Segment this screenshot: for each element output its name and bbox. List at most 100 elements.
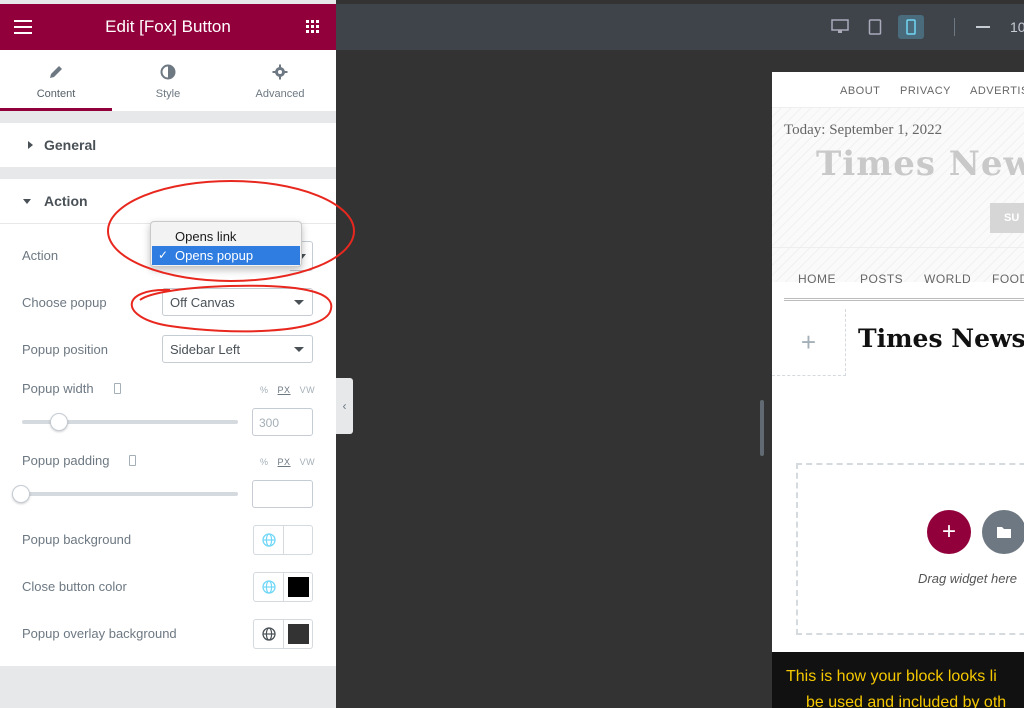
checkmark-icon: ✓ bbox=[158, 248, 169, 262]
caret-right-icon bbox=[28, 141, 33, 149]
unit-px[interactable]: PX bbox=[278, 457, 291, 467]
caret-down-icon bbox=[23, 199, 31, 204]
unit-vw[interactable]: VW bbox=[300, 385, 316, 395]
globe-icon bbox=[261, 580, 276, 594]
close-button-color-label: Close button color bbox=[22, 579, 127, 594]
nav-divider bbox=[784, 298, 1024, 301]
globe-icon bbox=[261, 627, 276, 641]
unit-percent[interactable]: % bbox=[260, 385, 269, 395]
block-notice-line-2: be used and included by oth bbox=[806, 694, 1007, 708]
folder-icon bbox=[997, 527, 1011, 538]
popup-overlay-background-color-control bbox=[253, 619, 313, 649]
section-action-body: Action Choose popup Off Canvas Popup pos… bbox=[0, 223, 336, 666]
mobile-icon bbox=[906, 19, 916, 35]
mainnav-posts[interactable]: POSTS bbox=[860, 272, 903, 286]
popup-width-slider-handle[interactable] bbox=[49, 413, 68, 431]
panel-tabs: Content Style Advanced bbox=[0, 50, 336, 111]
popup-padding-slider-handle[interactable] bbox=[12, 485, 30, 503]
popup-width-input[interactable]: 300 bbox=[252, 408, 313, 436]
desktop-icon[interactable] bbox=[831, 19, 849, 35]
globe-icon bbox=[261, 533, 276, 547]
global-colors-button[interactable] bbox=[254, 526, 284, 554]
mainnav-home[interactable]: HOME bbox=[798, 272, 836, 286]
choose-popup-select[interactable]: Off Canvas bbox=[162, 288, 313, 316]
global-colors-button[interactable] bbox=[254, 573, 284, 601]
page-preview: ABOUT PRIVACY ADVERTIS Today: September … bbox=[772, 72, 1024, 708]
mobile-device-button[interactable] bbox=[898, 15, 924, 39]
tablet-icon[interactable] bbox=[868, 19, 882, 35]
panel-collapse-handle[interactable]: ‹ bbox=[336, 378, 353, 434]
drag-widget-text: Drag widget here bbox=[918, 571, 1017, 586]
today-date: Today: September 1, 2022 bbox=[784, 122, 943, 138]
responsive-mobile-icon[interactable] bbox=[129, 455, 136, 466]
popup-position-label: Popup position bbox=[22, 342, 109, 357]
popup-width-label: Popup width bbox=[22, 381, 94, 396]
unit-percent[interactable]: % bbox=[260, 457, 269, 467]
close-button-color-control bbox=[253, 572, 313, 602]
option-label: Opens link bbox=[175, 229, 237, 244]
add-new-section-button[interactable]: + bbox=[927, 510, 971, 554]
top-navigation: ABOUT PRIVACY ADVERTIS bbox=[772, 72, 1024, 108]
plus-icon: + bbox=[800, 326, 817, 357]
panel-title: Edit [Fox] Button bbox=[105, 17, 231, 36]
preview-resize-handle[interactable] bbox=[760, 400, 764, 456]
popup-padding-label: Popup padding bbox=[22, 453, 110, 468]
action-option-opens-link[interactable]: Opens link bbox=[152, 227, 300, 246]
popup-background-color-control bbox=[253, 525, 313, 555]
editor-panel: Edit [Fox] Button Content Style Advanced… bbox=[0, 0, 336, 708]
popup-position-value: Sidebar Left bbox=[170, 342, 241, 357]
masthead-logo: Times Newspa bbox=[816, 144, 1024, 184]
popup-padding-input[interactable] bbox=[252, 480, 313, 508]
logo-widget: Times Newspa bbox=[858, 324, 1024, 353]
popup-overlay-background-label: Popup overlay background bbox=[22, 626, 177, 641]
popup-position-select[interactable]: Sidebar Left bbox=[162, 335, 313, 363]
action-label: Action bbox=[22, 248, 59, 263]
popup-width-units: % PX VW bbox=[260, 385, 315, 395]
chevron-left-icon: ‹ bbox=[342, 399, 347, 413]
section-action-header[interactable]: Action bbox=[0, 179, 336, 223]
tab-style-label: Style bbox=[155, 88, 181, 100]
add-template-button[interactable] bbox=[982, 510, 1024, 554]
plus-icon: + bbox=[941, 518, 956, 545]
gear-icon bbox=[272, 64, 288, 80]
unit-vw[interactable]: VW bbox=[300, 457, 316, 467]
topnav-about[interactable]: ABOUT bbox=[840, 85, 880, 97]
tab-style[interactable]: Style bbox=[112, 50, 224, 111]
mainnav-food[interactable]: FOOD bbox=[992, 272, 1024, 286]
responsive-mobile-icon[interactable] bbox=[114, 383, 121, 394]
topnav-advertise[interactable]: ADVERTIS bbox=[970, 85, 1024, 97]
mainnav-world[interactable]: WORLD bbox=[924, 272, 971, 286]
panel-header: Edit [Fox] Button bbox=[0, 4, 336, 50]
global-colors-button[interactable] bbox=[254, 620, 284, 648]
popup-background-label: Popup background bbox=[22, 532, 132, 547]
unit-px[interactable]: PX bbox=[278, 385, 291, 395]
popup-padding-units: % PX VW bbox=[260, 457, 315, 467]
widgets-grid-icon[interactable] bbox=[306, 20, 320, 34]
tab-advanced[interactable]: Advanced bbox=[224, 50, 336, 111]
popup-overlay-background-swatch[interactable] bbox=[288, 624, 309, 644]
subscribe-button[interactable]: SU bbox=[990, 203, 1024, 233]
section-action-title: Action bbox=[44, 193, 88, 209]
action-dropdown-menu: Opens link ✓ Opens popup bbox=[150, 221, 302, 267]
action-option-opens-popup[interactable]: ✓ Opens popup bbox=[152, 246, 300, 265]
add-section-box[interactable]: + bbox=[772, 309, 846, 376]
toolbar-divider bbox=[954, 18, 955, 36]
option-label: Opens popup bbox=[175, 248, 254, 263]
chevron-down-icon bbox=[294, 300, 304, 305]
topnav-privacy[interactable]: PRIVACY bbox=[900, 85, 951, 97]
close-button-color-swatch[interactable] bbox=[288, 577, 309, 597]
tab-content[interactable]: Content bbox=[0, 50, 112, 111]
chevron-down-icon bbox=[294, 347, 304, 352]
tab-advanced-label: Advanced bbox=[255, 88, 305, 100]
zoom-out-icon[interactable] bbox=[976, 26, 990, 28]
responsive-toolbar: 10 bbox=[336, 4, 1024, 50]
popup-padding-slider-track[interactable] bbox=[22, 492, 238, 496]
block-notice-line-1: This is how your block looks li bbox=[786, 668, 997, 685]
main-navigation: HOME POSTS WORLD FOOD bbox=[772, 247, 1024, 301]
pencil-icon bbox=[50, 66, 62, 78]
contrast-icon bbox=[160, 64, 176, 80]
popup-background-swatch[interactable] bbox=[288, 530, 309, 550]
section-general-title: General bbox=[44, 137, 97, 153]
section-general-header[interactable]: General bbox=[0, 123, 336, 167]
tab-content-label: Content bbox=[36, 88, 76, 100]
